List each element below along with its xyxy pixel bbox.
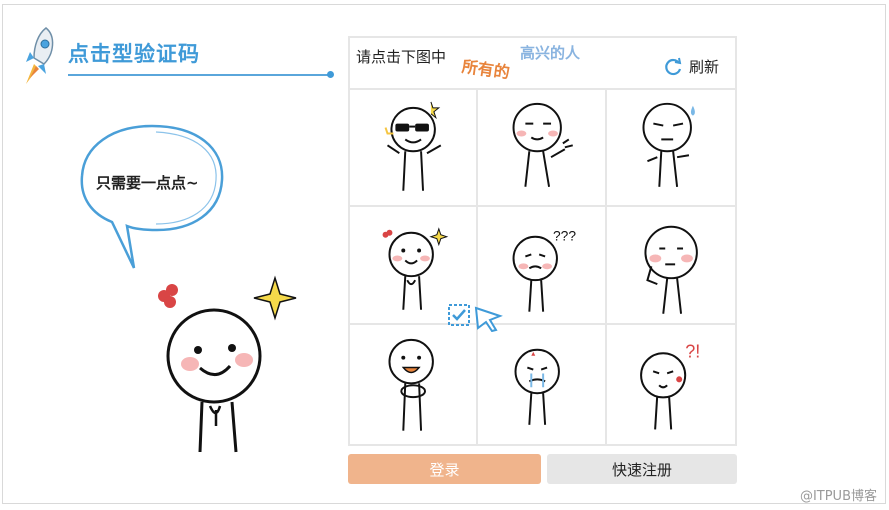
captcha-cell-6[interactable] bbox=[606, 207, 735, 326]
captcha-panel: 请点击下图中 所有的 高兴的人 刷新 ??? ?! bbox=[348, 36, 737, 446]
captcha-prompt: 请点击下图中 bbox=[356, 48, 447, 66]
title-underline-dot bbox=[327, 71, 334, 78]
captcha-header: 请点击下图中 所有的 高兴的人 刷新 bbox=[350, 38, 735, 90]
login-button[interactable]: 登录 bbox=[348, 454, 541, 484]
emoji-eating-icon bbox=[388, 339, 434, 432]
refresh-icon bbox=[665, 57, 682, 75]
captcha-cell-7[interactable] bbox=[350, 325, 479, 444]
quick-register-button[interactable]: 快速注册 bbox=[547, 454, 737, 484]
captcha-cell-2[interactable] bbox=[478, 88, 607, 207]
character-illustration bbox=[158, 275, 297, 453]
bubble-text: 只需要一点点~ bbox=[96, 174, 199, 192]
captcha-cell-8[interactable] bbox=[478, 325, 607, 444]
speech-bubble bbox=[80, 124, 224, 269]
emoji-thinking-icon bbox=[644, 225, 698, 314]
captcha-target-part2: 高兴的人 bbox=[520, 44, 581, 62]
annotation-question: ??? bbox=[553, 227, 576, 243]
rocket-icon bbox=[26, 27, 54, 84]
mouse-cursor-icon bbox=[474, 306, 503, 332]
emoji-smirk-wave-icon bbox=[512, 102, 574, 187]
captcha-cell-3[interactable] bbox=[606, 88, 735, 207]
emoji-crying-icon bbox=[514, 349, 561, 426]
refresh-button[interactable]: 刷新 bbox=[663, 56, 719, 77]
watermark: @ITPUB博客 bbox=[799, 489, 877, 504]
annotation-exclaim: ?! bbox=[685, 342, 700, 362]
refresh-label: 刷新 bbox=[688, 58, 719, 76]
title-underline bbox=[68, 74, 330, 76]
page-title: 点击型验证码 bbox=[68, 42, 200, 66]
captcha-grid: ??? ?! bbox=[350, 88, 735, 444]
captcha-target-part1: 所有的 bbox=[460, 56, 511, 83]
selection-checkbox-icon bbox=[448, 304, 470, 326]
emoji-surprised-icon: ?! bbox=[639, 342, 700, 430]
captcha-cell-9[interactable]: ?! bbox=[607, 325, 735, 444]
emoji-sweat-shrug-icon bbox=[642, 102, 695, 187]
captcha-cell-1[interactable] bbox=[350, 88, 479, 207]
emoji-sunglasses-icon bbox=[384, 101, 442, 191]
